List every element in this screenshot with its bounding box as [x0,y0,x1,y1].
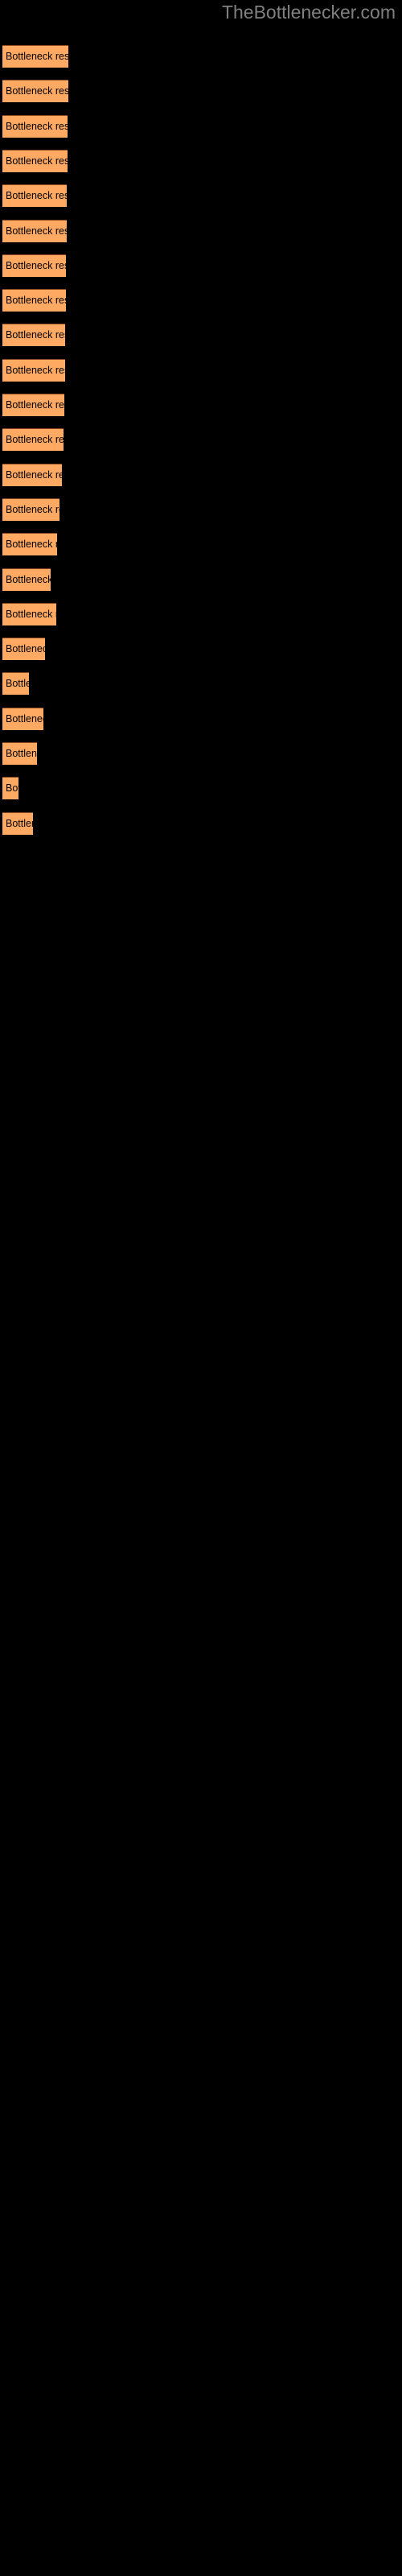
bar-clip: Bottleneck result [2,220,67,242]
bar[interactable] [2,150,68,172]
bar-row: Bottleneck result [0,638,402,660]
bar[interactable] [2,324,65,346]
bar[interactable] [2,220,67,242]
bar-row: Bottleneck result [0,359,402,382]
bar[interactable] [2,464,62,486]
bar-clip: Bottleneck result [2,184,67,207]
bar-row: Bottleneck result [0,603,402,625]
bar[interactable] [2,289,66,312]
bar[interactable] [2,184,67,207]
bar-row: Bottleneck result [0,184,402,207]
bar-clip: Bottleneck result [2,498,59,521]
bottleneck-bar-chart: Bottleneck result Bottleneck result Bottle… [0,0,402,2576]
bar-row: Bottleneck result [0,742,402,765]
bar[interactable] [2,359,65,382]
bar-clip: Bottleneck result [2,80,68,102]
bar-row: Bottleneck result [0,777,402,799]
bar-clip: Bottleneck result [2,115,68,138]
bar-clip: Bottleneck result [2,568,51,591]
bar-row: Bottleneck result [0,812,402,835]
bar[interactable] [2,428,64,451]
bar-clip: Bottleneck result [2,289,66,312]
bar-clip: Bottleneck result [2,672,29,695]
bar[interactable] [2,672,29,695]
bar-row: Bottleneck result [0,428,402,451]
bar-row: Bottleneck result [0,289,402,312]
bar-clip: Bottleneck result [2,777,18,799]
bar-row: Bottleneck result [0,220,402,242]
bar-row: Bottleneck result [0,672,402,695]
bar-row: Bottleneck result [0,150,402,172]
bar[interactable] [2,254,66,277]
bar[interactable] [2,568,51,591]
bar-row: Bottleneck result [0,498,402,521]
bar[interactable] [2,638,45,660]
bar-row: Bottleneck result [0,708,402,730]
bar[interactable] [2,394,64,416]
bar-clip: Bottleneck result [2,394,64,416]
bar-row: Bottleneck result [0,464,402,486]
bar-row: Bottleneck result [0,533,402,555]
bar-clip: Bottleneck result [2,638,45,660]
bar-row: Bottleneck result [0,115,402,138]
bar-row: Bottleneck result [0,80,402,102]
bar[interactable] [2,80,68,102]
bar-clip: Bottleneck result [2,254,66,277]
bar-row: Bottleneck result [0,394,402,416]
bar[interactable] [2,812,33,835]
bar-clip: Bottleneck result [2,708,43,730]
bar[interactable] [2,777,18,799]
bar[interactable] [2,498,59,521]
bar-row: Bottleneck result [0,324,402,346]
bar-clip: Bottleneck result [2,45,68,68]
bar-row: Bottleneck result [0,254,402,277]
bar-clip: Bottleneck result [2,533,57,555]
bar-clip: Bottleneck result [2,428,64,451]
bar-clip: Bottleneck result [2,150,68,172]
bar[interactable] [2,115,68,138]
bar[interactable] [2,45,68,68]
bar-clip: Bottleneck result [2,324,65,346]
bar-clip: Bottleneck result [2,812,33,835]
bar[interactable] [2,533,57,555]
bar-clip: Bottleneck result [2,359,65,382]
bar-row: Bottleneck result [0,45,402,68]
bar-row: Bottleneck result [0,568,402,591]
bar-clip: Bottleneck result [2,742,37,765]
bar[interactable] [2,603,56,625]
bar-clip: Bottleneck result [2,464,62,486]
bar-clip: Bottleneck result [2,603,56,625]
bar[interactable] [2,742,37,765]
bar[interactable] [2,708,43,730]
